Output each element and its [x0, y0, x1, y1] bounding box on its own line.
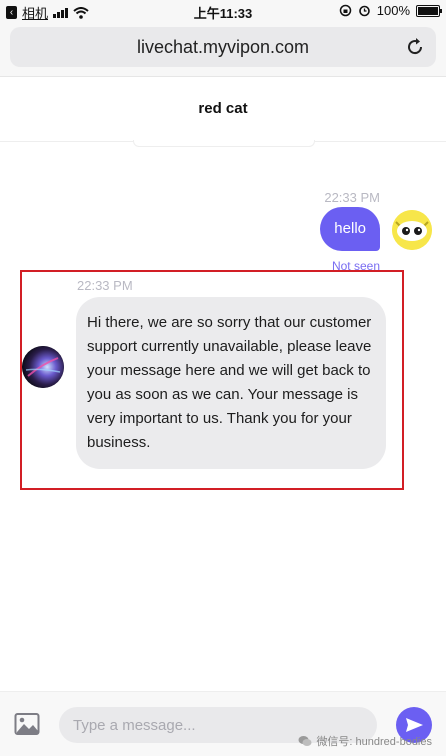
- user-avatar: [392, 210, 432, 250]
- chat-title: red cat: [198, 100, 248, 117]
- chat-header: red cat: [0, 77, 446, 142]
- watermark-text: 微信号: hundred-bodies: [316, 736, 432, 748]
- wechat-icon: [298, 736, 312, 746]
- status-right: 100%: [339, 3, 442, 18]
- watermark: 微信号: hundred-bodies: [298, 733, 432, 749]
- status-bar: ‹ 相机 上午11:33 100%: [0, 0, 446, 22]
- orientation-lock-icon: [339, 4, 351, 17]
- battery-icon: [416, 4, 442, 17]
- outgoing-timestamp: 22:33 PM: [324, 190, 380, 205]
- image-upload-icon[interactable]: [14, 712, 40, 736]
- message-composer: 微信号: hundred-bodies: [0, 691, 446, 756]
- reload-icon[interactable]: [404, 36, 426, 58]
- battery-percent: 100%: [376, 3, 410, 18]
- address-bar[interactable]: livechat.myvipon.com: [10, 27, 436, 67]
- highlight-box: [20, 270, 404, 490]
- alarm-icon: [358, 5, 370, 17]
- header-divider: [133, 140, 315, 147]
- browser-toolbar: livechat.myvipon.com: [0, 22, 446, 77]
- url-text[interactable]: livechat.myvipon.com: [10, 37, 436, 58]
- outgoing-message-bubble: hello: [320, 207, 380, 251]
